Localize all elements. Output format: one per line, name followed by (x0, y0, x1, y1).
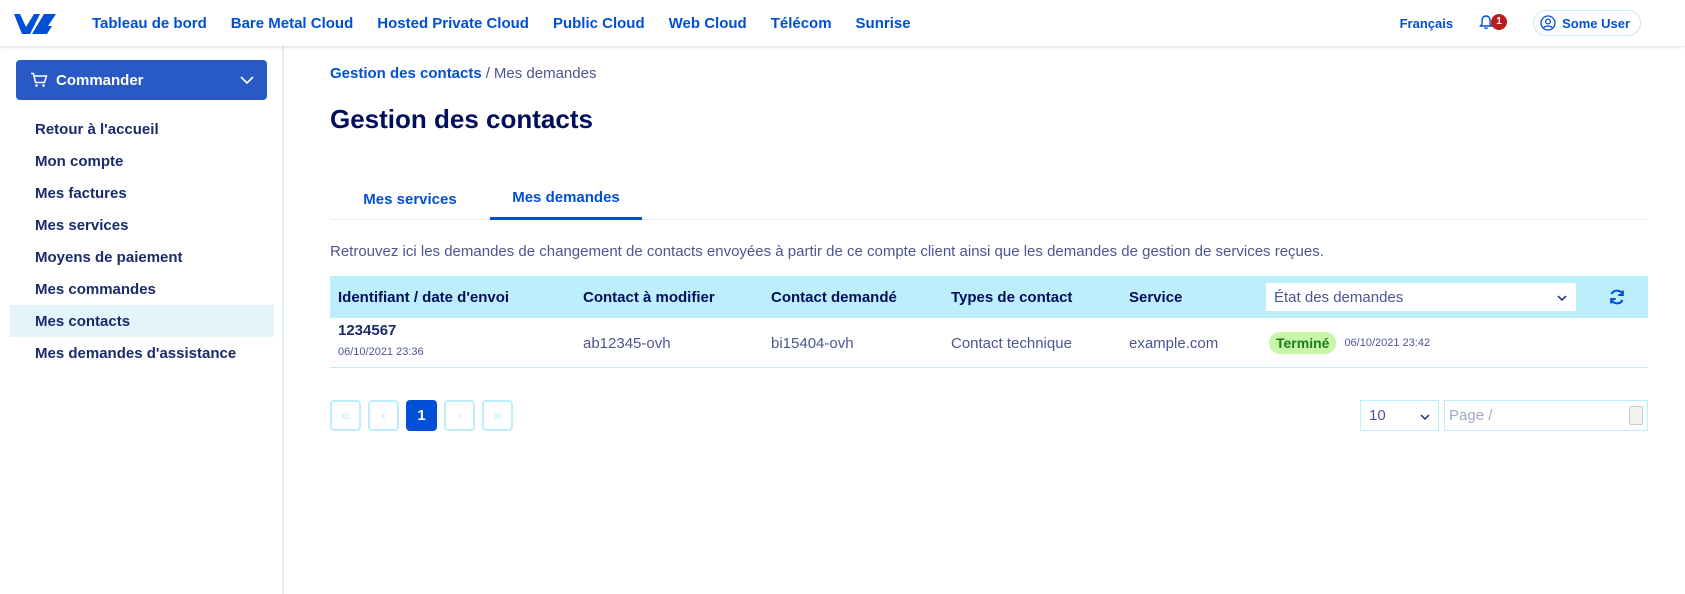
order-button-label: Commander (56, 71, 144, 89)
status-filter-value: État des demandes (1274, 288, 1404, 306)
topbar-actions: Français 1 Some User (1400, 0, 1641, 46)
user-icon (1540, 15, 1556, 31)
column-header-contact-change[interactable]: Contact à modifier (583, 276, 715, 318)
nav-sunrise[interactable]: Sunrise (856, 15, 911, 32)
tab-my-requests[interactable]: Mes demandes (490, 178, 642, 220)
status-badge: Terminé (1269, 332, 1337, 354)
sidebar: Commander Retour à l'accueil Mon compte … (0, 46, 284, 594)
column-header-contact-types[interactable]: Types de contact (951, 276, 1072, 318)
table-header: Identifiant / date d'envoi Contact à mod… (330, 276, 1648, 318)
cell-contact-requested: bi15404-ovh (771, 334, 854, 352)
request-id[interactable]: 1234567 (338, 322, 396, 339)
column-header-service[interactable]: Service (1129, 276, 1182, 318)
column-header-id[interactable]: Identifiant / date d'envoi (338, 276, 509, 318)
request-sent-date: 06/10/2021 23:36 (338, 346, 424, 358)
sidebar-menu: Retour à l'accueil Mon compte Mes factur… (10, 113, 274, 369)
user-name: Some User (1562, 15, 1630, 31)
page-title: Gestion des contacts (330, 104, 593, 134)
breadcrumb-parent-link[interactable]: Gestion des contacts (330, 65, 482, 82)
pagination-first-button[interactable]: « (330, 400, 361, 431)
main-navigation: Tableau de bord Bare Metal Cloud Hosted … (92, 0, 935, 46)
breadcrumb-separator: / (485, 65, 490, 82)
notification-count-badge: 1 (1491, 14, 1508, 30)
nav-dashboard[interactable]: Tableau de bord (92, 15, 207, 32)
breadcrumb: Gestion des contacts / Mes demandes (330, 65, 596, 82)
table-row: 1234567 06/10/2021 23:36 ab12345-ovh bi1… (330, 318, 1648, 368)
sidebar-item-account[interactable]: Mon compte (10, 145, 274, 177)
sidebar-item-support[interactable]: Mes demandes d'assistance (10, 337, 274, 369)
tab-my-services[interactable]: Mes services (330, 178, 490, 220)
sidebar-item-invoices[interactable]: Mes factures (10, 177, 274, 209)
page-spinner[interactable] (1629, 406, 1643, 425)
per-page-value: 10 (1369, 407, 1386, 424)
breadcrumb-current: Mes demandes (493, 65, 597, 82)
sidebar-item-orders[interactable]: Mes commandes (10, 273, 274, 305)
user-menu-button[interactable]: Some User (1533, 10, 1641, 36)
status-filter-select[interactable]: État des demandes (1265, 282, 1577, 312)
requests-table: Identifiant / date d'envoi Contact à mod… (330, 276, 1648, 368)
nav-public-cloud[interactable]: Public Cloud (553, 15, 645, 32)
sidebar-item-payment-methods[interactable]: Moyens de paiement (10, 241, 274, 273)
pagination-next-button[interactable]: › (444, 400, 475, 431)
chevron-down-icon (240, 76, 254, 85)
cell-contact-change: ab12345-ovh (583, 334, 671, 352)
pagination-last-button[interactable]: » (482, 400, 513, 431)
pagination-prev-button[interactable]: ‹ (368, 400, 399, 431)
nav-hosted-private-cloud[interactable]: Hosted Private Cloud (377, 15, 529, 32)
cell-status: Terminé 06/10/2021 23:42 (1269, 318, 1430, 368)
refresh-icon[interactable] (1608, 288, 1626, 306)
sidebar-item-contacts[interactable]: Mes contacts (10, 305, 274, 337)
pagination: « ‹ 1 › » (330, 400, 520, 431)
chevron-down-icon (1557, 295, 1567, 302)
per-page-select[interactable]: 10 (1360, 400, 1439, 431)
sidebar-item-home[interactable]: Retour à l'accueil (10, 113, 274, 145)
sidebar-item-services[interactable]: Mes services (10, 209, 274, 241)
ovh-logo[interactable] (12, 11, 58, 37)
chevron-down-icon (1420, 414, 1430, 421)
order-button[interactable]: Commander (16, 60, 267, 100)
page-intro: Retrouvez ici les demandes de changement… (330, 243, 1324, 260)
top-navbar: Tableau de bord Bare Metal Cloud Hosted … (0, 0, 1685, 46)
nav-telecom[interactable]: Télécom (771, 15, 832, 32)
page-number-placeholder: Page / (1449, 407, 1493, 424)
language-selector[interactable]: Français (1400, 16, 1453, 31)
column-header-contact-requested[interactable]: Contact demandé (771, 276, 897, 318)
notifications-button[interactable]: 1 (1479, 13, 1513, 33)
page-number-input[interactable]: Page / (1444, 400, 1648, 431)
tabs: Mes services Mes demandes (330, 178, 1648, 220)
cart-icon (31, 72, 48, 87)
nav-web-cloud[interactable]: Web Cloud (669, 15, 747, 32)
pagination-current-page[interactable]: 1 (406, 400, 437, 431)
cell-service: example.com (1129, 334, 1219, 352)
status-date: 06/10/2021 23:42 (1344, 337, 1431, 349)
cell-contact-type: Contact technique (951, 334, 1072, 352)
nav-bare-metal-cloud[interactable]: Bare Metal Cloud (231, 15, 354, 32)
